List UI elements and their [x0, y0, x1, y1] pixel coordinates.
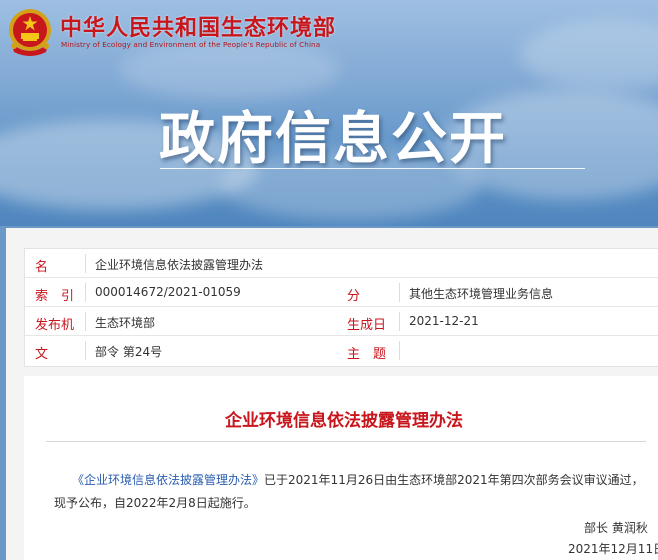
content-panel: 名 企业环境信息依法披露管理办法 索 引 000014672/2021-0105…	[6, 228, 658, 560]
document-divider	[46, 441, 646, 442]
paragraph-1-text: 已于2021年11月26日由生态环境部2021年第四次部务会议审议通过，	[264, 473, 644, 487]
site-name-en[interactable]: Ministry of Ecology and Environment of t…	[61, 40, 320, 49]
date-label: 生成日	[347, 318, 387, 333]
site-name-cn[interactable]: 中华人民共和国生态环境部	[60, 10, 336, 42]
index-value: 000014672/2021-01059	[95, 285, 241, 299]
issuer-label: 发布机	[35, 318, 75, 333]
document-title: 企业环境信息依法披露管理办法	[225, 411, 463, 431]
category-label: 分	[347, 289, 361, 304]
issuer-value: 生态环境部	[95, 316, 156, 330]
topic-label: 主 题	[347, 347, 387, 362]
info-row-issuer: 发布机 生态环境部 生成日 2021-12-21	[25, 307, 658, 336]
docno-label: 文	[35, 347, 49, 362]
info-row-name: 名 企业环境信息依法披露管理办法	[25, 249, 658, 278]
date-value: 2021-12-21	[409, 314, 479, 328]
category-value: 其他生态环境管理业务信息	[409, 287, 554, 301]
info-table: 名 企业环境信息依法披露管理办法 索 引 000014672/2021-0105…	[24, 248, 658, 367]
regulation-link[interactable]: 《企业环境信息依法披露管理办法》	[72, 473, 264, 487]
docno-value: 部令 第24号	[95, 345, 163, 359]
name-label: 名	[35, 260, 49, 275]
document-date: 2021年12月11日	[568, 542, 658, 556]
banner-title-underline	[160, 168, 585, 169]
national-emblem-icon[interactable]	[6, 6, 54, 58]
index-label: 索 引	[35, 289, 75, 304]
document-paragraph-1: 《企业环境信息依法披露管理办法》已于2021年11月26日由生态环境部2021年…	[72, 471, 644, 488]
document-body: 企业环境信息依法披露管理办法 《企业环境信息依法披露管理办法》已于2021年11…	[24, 376, 658, 560]
header-banner: 中华人民共和国生态环境部 Ministry of Ecology and Env…	[0, 0, 658, 226]
info-row-docno: 文 部令 第24号 主 题	[25, 336, 658, 365]
banner-title: 政府信息公开	[159, 107, 507, 172]
document-signature: 部长 黄润秋	[584, 521, 648, 535]
info-row-index: 索 引 000014672/2021-01059 分 其他生态环境管理业务信息	[25, 278, 658, 307]
document-paragraph-2: 现予公布，自2022年2月8日起施行。	[54, 496, 256, 510]
name-value: 企业环境信息依法披露管理办法	[95, 258, 264, 272]
